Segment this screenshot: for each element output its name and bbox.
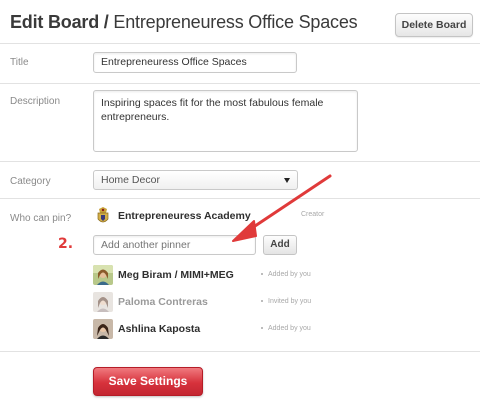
- chevron-down-icon: [284, 178, 290, 183]
- who-can-pin-label: Who can pin?: [10, 213, 72, 224]
- divider: [0, 351, 480, 352]
- category-label: Category: [10, 176, 51, 187]
- header: Edit Board / Entrepreneuress Office Spac…: [0, 0, 480, 48]
- remove-pinner-icon[interactable]: [261, 300, 263, 303]
- header-divider: [0, 43, 480, 44]
- pinner-status-label: Added by you: [268, 325, 311, 332]
- pinner-row: Ashlina Kaposta Added by you: [93, 319, 333, 341]
- avatar: [93, 265, 113, 285]
- pinner-name: Paloma Contreras: [118, 296, 208, 308]
- pinner-name: Ashlina Kaposta: [118, 323, 201, 335]
- edit-board-page: Edit Board / Entrepreneuress Office Spac…: [0, 0, 480, 404]
- add-pinner-button[interactable]: Add: [263, 235, 297, 255]
- annotation-step-number: 2.: [58, 236, 74, 252]
- title-input[interactable]: Entrepreneuress Office Spaces: [93, 52, 297, 73]
- title-label: Title: [10, 57, 29, 68]
- page-title: Edit Board / Entrepreneuress Office Spac…: [10, 12, 358, 33]
- divider: [0, 161, 480, 162]
- delete-board-button[interactable]: Delete Board: [395, 13, 473, 37]
- remove-pinner-icon[interactable]: [261, 273, 263, 276]
- divider: [0, 198, 480, 199]
- description-label: Description: [10, 96, 61, 107]
- pinner-name: Meg Biram / MIMI+MEG: [118, 269, 234, 281]
- remove-pinner-icon[interactable]: [261, 327, 263, 330]
- owner-name: Entrepreneuress Academy: [118, 210, 251, 222]
- pinner-status-label: Added by you: [268, 271, 311, 278]
- pinner-status: Added by you: [261, 325, 311, 332]
- divider: [0, 83, 480, 84]
- description-textarea[interactable]: Inspiring spaces fit for the most fabulo…: [93, 90, 358, 152]
- avatar: [93, 319, 113, 339]
- pinner-row: Paloma Contreras Invited by you: [93, 292, 333, 314]
- pinner-row: Meg Biram / MIMI+MEG Added by you: [93, 265, 333, 287]
- category-selected-value: Home Decor: [101, 174, 160, 186]
- add-pinner-input[interactable]: [93, 235, 256, 255]
- owner-role: Creator: [301, 211, 325, 218]
- category-select[interactable]: Home Decor: [93, 170, 298, 190]
- board-name: Entrepreneuress Office Spaces: [113, 12, 358, 32]
- avatar: [93, 292, 113, 312]
- pinner-status: Invited by you: [261, 298, 311, 305]
- save-settings-button[interactable]: Save Settings: [93, 367, 203, 396]
- pinner-status: Added by you: [261, 271, 311, 278]
- academy-crest-icon: [93, 206, 113, 226]
- pinner-status-label: Invited by you: [268, 298, 312, 305]
- page-title-prefix: Edit Board /: [10, 12, 109, 32]
- owner-row: Entrepreneuress Academy Creator: [93, 206, 333, 228]
